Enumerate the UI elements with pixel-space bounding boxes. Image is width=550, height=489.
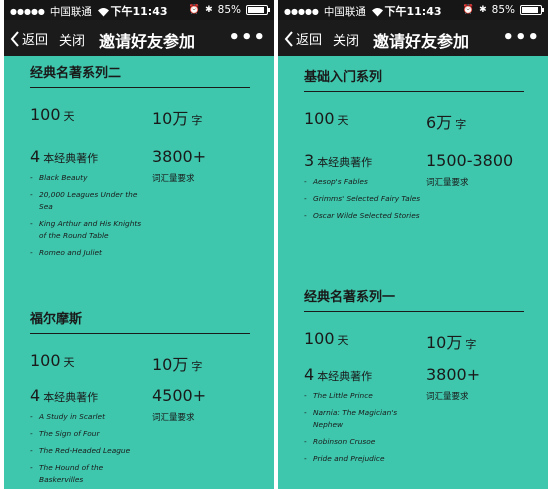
more-icon[interactable]: •••: [228, 27, 266, 48]
phone-screen-left: ●●●●● 中国联通 下午11:43 ⏰ ✱ 85% 返回 关闭 邀请好友参加 …: [4, 0, 274, 489]
days-stat: 100 天: [304, 329, 349, 348]
book-item: Narnia: The Magician's Nephew: [304, 407, 422, 431]
books-column: 4本经典著作 Black Beauty 20,000 Leagues Under…: [30, 147, 148, 264]
alarm-icon: ⏰: [462, 5, 475, 15]
books-count: 4 本经典著作: [304, 365, 373, 384]
alarm-icon: ⏰: [188, 5, 201, 15]
series-card: 福尔摩斯 100天 10万字 4本经典著作 A Study in Scarlet…: [30, 308, 250, 484]
book-list: Aesop's Fables Grimms' Selected Fairy Ta…: [304, 176, 422, 222]
book-item: The Red-Headed League: [30, 445, 148, 457]
book-item: The Sign of Four: [30, 428, 148, 440]
battery-percent: 85%: [491, 4, 515, 16]
phone-screen-right: ●●●●● 中国联通 下午11:43 ⏰ ✱ 85% 返回 关闭 邀请好友参加 …: [278, 0, 548, 489]
book-item: 20,000 Leagues Under the Sea: [30, 189, 148, 213]
back-button[interactable]: 返回: [10, 29, 48, 48]
battery-percent: 85%: [217, 4, 241, 16]
back-button[interactable]: 返回: [284, 29, 322, 48]
vocab-requirement: 4500+ 词汇量要求: [152, 386, 207, 423]
series-title: 经典名著系列二: [30, 62, 250, 88]
more-icon[interactable]: •••: [502, 27, 540, 48]
book-item: The Little Prince: [304, 390, 422, 402]
words-stat: 6万字: [426, 113, 467, 132]
book-item: Black Beauty: [30, 172, 148, 184]
vocab-requirement: 3800+ 词汇量要求: [426, 365, 481, 402]
nav-bar: 返回 关闭 邀请好友参加 •••: [4, 20, 274, 56]
book-item: Pride and Prejudice: [304, 453, 422, 465]
books-count: 4 本经典著作: [30, 386, 99, 405]
close-button[interactable]: 关闭: [59, 30, 85, 49]
series-card: 经典名著系列一 100天 10万字 4本经典著作 The Little Prin…: [304, 286, 524, 465]
days-stat: 100 天: [30, 105, 75, 124]
nav-bar: 返回 关闭 邀请好友参加 •••: [278, 20, 548, 56]
book-item: Robinson Crusoe: [304, 436, 422, 448]
back-label: 返回: [296, 33, 323, 48]
words-stat: 10万字: [426, 333, 477, 352]
back-label: 返回: [22, 33, 49, 48]
status-bar: ●●●●● 中国联通 下午11:43 ⏰ ✱ 85%: [278, 0, 548, 20]
days-stat: 100 天: [304, 109, 349, 128]
vocab-requirement: 3800+ 词汇量要求: [152, 147, 207, 184]
series-card: 基础入门系列 100天 6万字 3本经典著作 Aesop's Fables Gr…: [304, 66, 524, 222]
book-list: The Little Prince Narnia: The Magician's…: [304, 390, 422, 465]
battery-icon: [520, 5, 544, 15]
book-item: The Hound of the Baskervilles: [30, 462, 148, 486]
status-bar: ●●●●● 中国联通 下午11:43 ⏰ ✱ 85%: [4, 0, 274, 20]
books-column: 4本经典著作 The Little Prince Narnia: The Mag…: [304, 365, 422, 470]
series-title: 基础入门系列: [304, 66, 524, 92]
words-stat: 10万字: [152, 109, 203, 128]
series-card: 经典名著系列二 100天 10万字 4本经典著作 Black Beauty 20…: [30, 62, 250, 259]
book-list: Black Beauty 20,000 Leagues Under the Se…: [30, 172, 148, 259]
series-title: 福尔摩斯: [30, 308, 250, 334]
book-item: A Study in Scarlet: [30, 411, 148, 423]
book-item: King Arthur and His Knights of the Round…: [30, 218, 148, 242]
books-count: 4 本经典著作: [30, 147, 99, 166]
bluetooth-icon: ✱: [479, 5, 487, 15]
book-list: A Study in Scarlet The Sign of Four The …: [30, 411, 148, 486]
battery-icon: [246, 5, 270, 15]
vocab-requirement: 1500-3800 词汇量要求: [426, 151, 514, 188]
books-column: 4本经典著作 A Study in Scarlet The Sign of Fo…: [30, 386, 148, 489]
book-item: Oscar Wilde Selected Stories: [304, 210, 422, 222]
chevron-left-icon: [10, 30, 19, 47]
book-item: Grimms' Selected Fairy Tales: [304, 193, 422, 205]
days-stat: 100 天: [30, 351, 75, 370]
chevron-left-icon: [284, 30, 293, 47]
series-title: 经典名著系列一: [304, 286, 524, 312]
book-item: Romeo and Juliet: [30, 247, 148, 259]
books-column: 3本经典著作 Aesop's Fables Grimms' Selected F…: [304, 151, 422, 227]
words-stat: 10万字: [152, 355, 203, 374]
books-count: 3 本经典著作: [304, 151, 373, 170]
bluetooth-icon: ✱: [205, 5, 213, 15]
page-title: 邀请好友参加: [99, 32, 196, 51]
book-item: Aesop's Fables: [304, 176, 422, 188]
close-button[interactable]: 关闭: [333, 30, 359, 49]
page-title: 邀请好友参加: [373, 32, 470, 51]
